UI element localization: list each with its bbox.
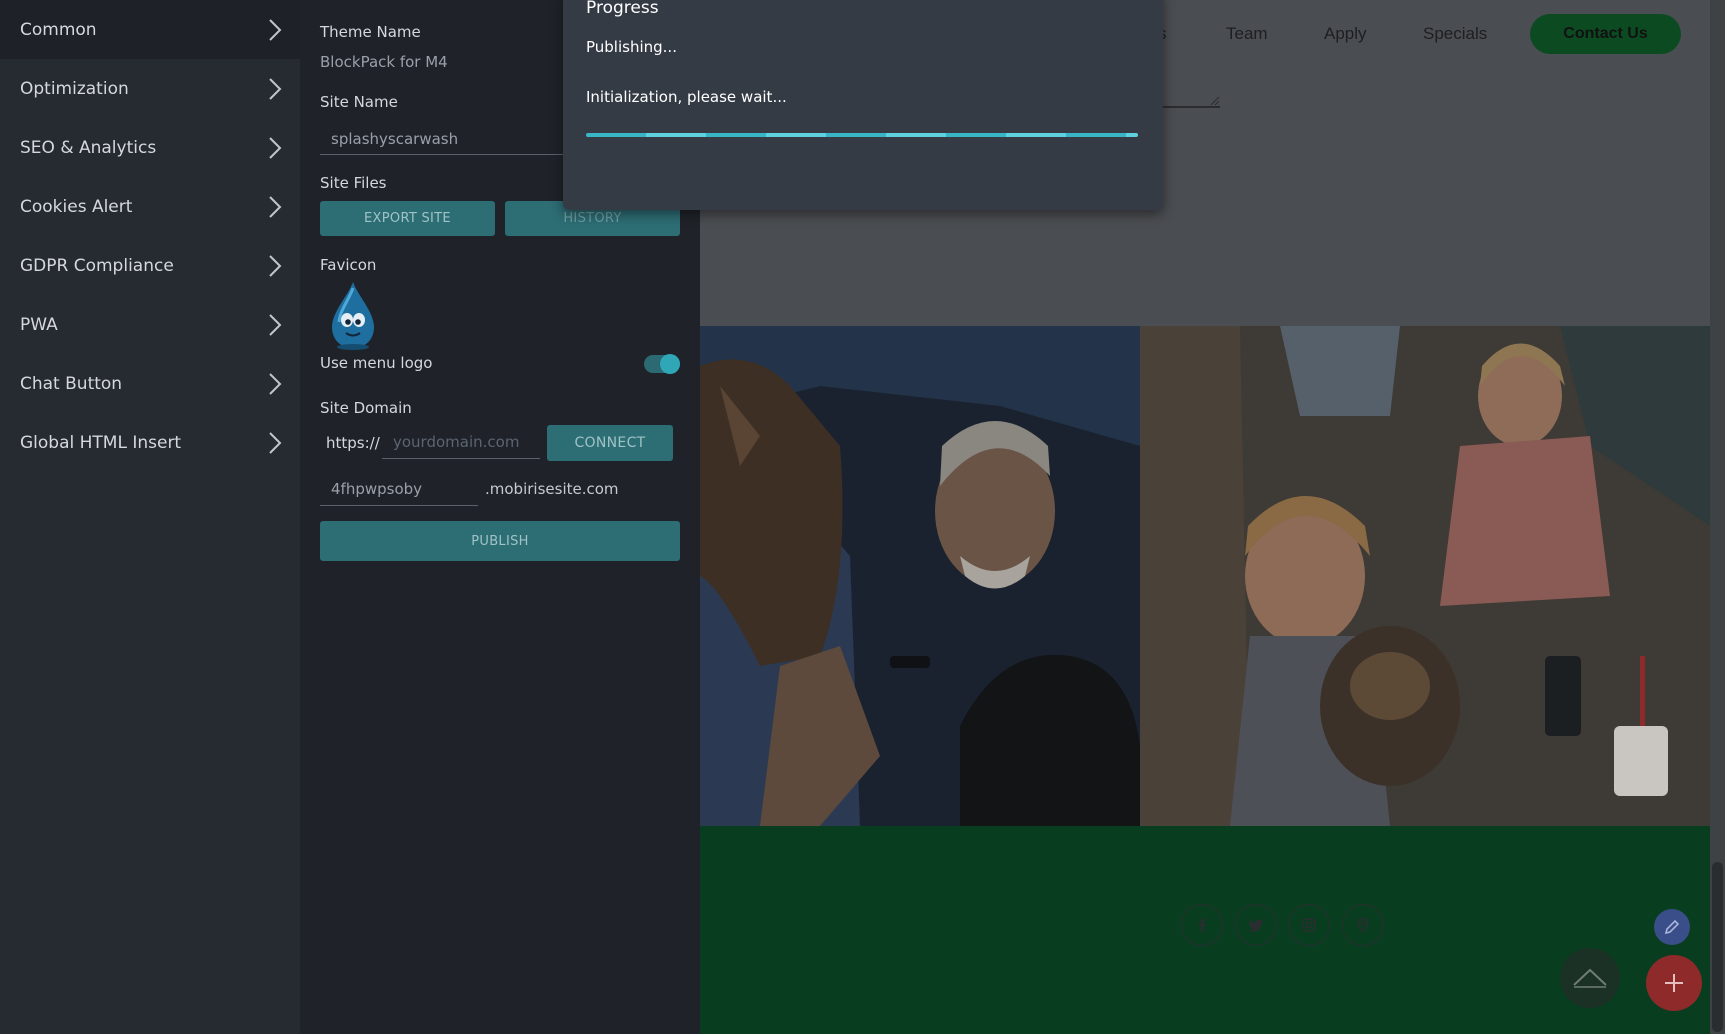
subdomain-input[interactable] [320,472,478,506]
custom-domain-input[interactable] [382,426,540,459]
site-domain-label: Site Domain [320,399,412,417]
plus-icon [1665,974,1683,992]
sidebar-item-label: Global HTML Insert [20,432,182,453]
theme-name-value: BlockPack for M4 [320,53,448,71]
facebook-link[interactable] [1181,904,1223,946]
nav-link-team[interactable]: Team [1226,24,1268,44]
sidebar-item-label: GDPR Compliance [20,255,174,276]
chevron-right-icon [269,136,282,159]
favicon-image[interactable] [326,280,380,350]
chevron-right-icon [269,195,282,218]
sidebar-item-pwa[interactable]: PWA [0,295,300,354]
girls-with-dog-image [1140,326,1710,826]
publishing-status: Publishing... [586,38,677,56]
contact-us-button[interactable]: Contact Us [1530,14,1681,54]
use-menu-logo-toggle[interactable] [644,354,680,374]
publish-button[interactable]: PUBLISH [320,521,680,561]
nav-link-apply[interactable]: Apply [1324,24,1367,44]
sidebar-item-label: Optimization [20,78,129,99]
sidebar-item-seo-analytics[interactable]: SEO & Analytics [0,118,300,177]
chevron-right-icon [269,18,282,41]
sidebar-item-optimization[interactable]: Optimization [0,59,300,118]
theme-name-label: Theme Name [320,23,421,41]
sidebar-item-label: SEO & Analytics [20,137,157,158]
sidebar-item-gdpr-compliance[interactable]: GDPR Compliance [0,236,300,295]
resize-handle-icon[interactable] [1210,96,1220,106]
sidebar-item-global-html-insert[interactable]: Global HTML Insert [0,413,300,472]
twitter-icon [1248,919,1263,932]
location-link[interactable] [1342,904,1384,946]
nav-link-specials[interactable]: Specials [1423,24,1487,44]
sidebar-item-label: Chat Button [20,373,123,394]
preview-scrollbar-thumb[interactable] [1712,862,1723,1032]
progress-dialog: Progress Publishing... Initialization, p… [563,0,1163,210]
pencil-icon [1664,919,1680,935]
subdomain-suffix: .mobirisesite.com [485,480,619,498]
toggle-knob [660,354,680,374]
map-pin-icon [1357,917,1369,933]
chevron-right-icon [269,313,282,336]
settings-sidebar: Common Optimization SEO & Analytics Cook… [0,0,300,1034]
sidebar-item-chat-button[interactable]: Chat Button [0,354,300,413]
publish-progress-fill [586,133,1138,137]
instagram-link[interactable] [1288,904,1330,946]
chevron-up-icon [1573,968,1607,988]
chevron-right-icon [269,77,282,100]
edit-block-button[interactable] [1654,909,1690,945]
sidebar-item-label: Common [20,19,97,40]
app-root: Common Optimization SEO & Analytics Cook… [0,0,1725,1034]
chevron-right-icon [269,372,282,395]
favicon-label: Favicon [320,256,377,274]
water-drop-mascot-icon [332,282,374,350]
sidebar-item-common[interactable]: Common [0,0,300,59]
connect-domain-button[interactable]: CONNECT [547,425,673,461]
export-site-button[interactable]: EXPORT SITE [320,201,495,236]
instagram-icon [1302,918,1316,932]
https-prefix: https:// [326,434,380,452]
facebook-icon [1199,918,1206,932]
add-block-button[interactable] [1646,955,1702,1011]
twitter-link[interactable] [1235,904,1277,946]
man-with-dog-image [700,326,1140,826]
gallery-photo-man-with-dog [700,326,1140,826]
gallery-photo-girls-with-dog [1140,326,1710,826]
use-menu-logo-label: Use menu logo [320,354,433,372]
site-name-label: Site Name [320,93,398,111]
chevron-right-icon [269,431,282,454]
sidebar-item-cookies-alert[interactable]: Cookies Alert [0,177,300,236]
chevron-right-icon [269,254,282,277]
publish-progress-bar [586,133,1138,137]
sidebar-item-label: Cookies Alert [20,196,133,217]
site-files-label: Site Files [320,174,387,192]
scroll-to-top-button[interactable] [1560,948,1620,1008]
sidebar-item-label: PWA [20,314,58,335]
progress-dialog-title: Progress [586,0,659,18]
initialization-message: Initialization, please wait... [586,88,787,106]
